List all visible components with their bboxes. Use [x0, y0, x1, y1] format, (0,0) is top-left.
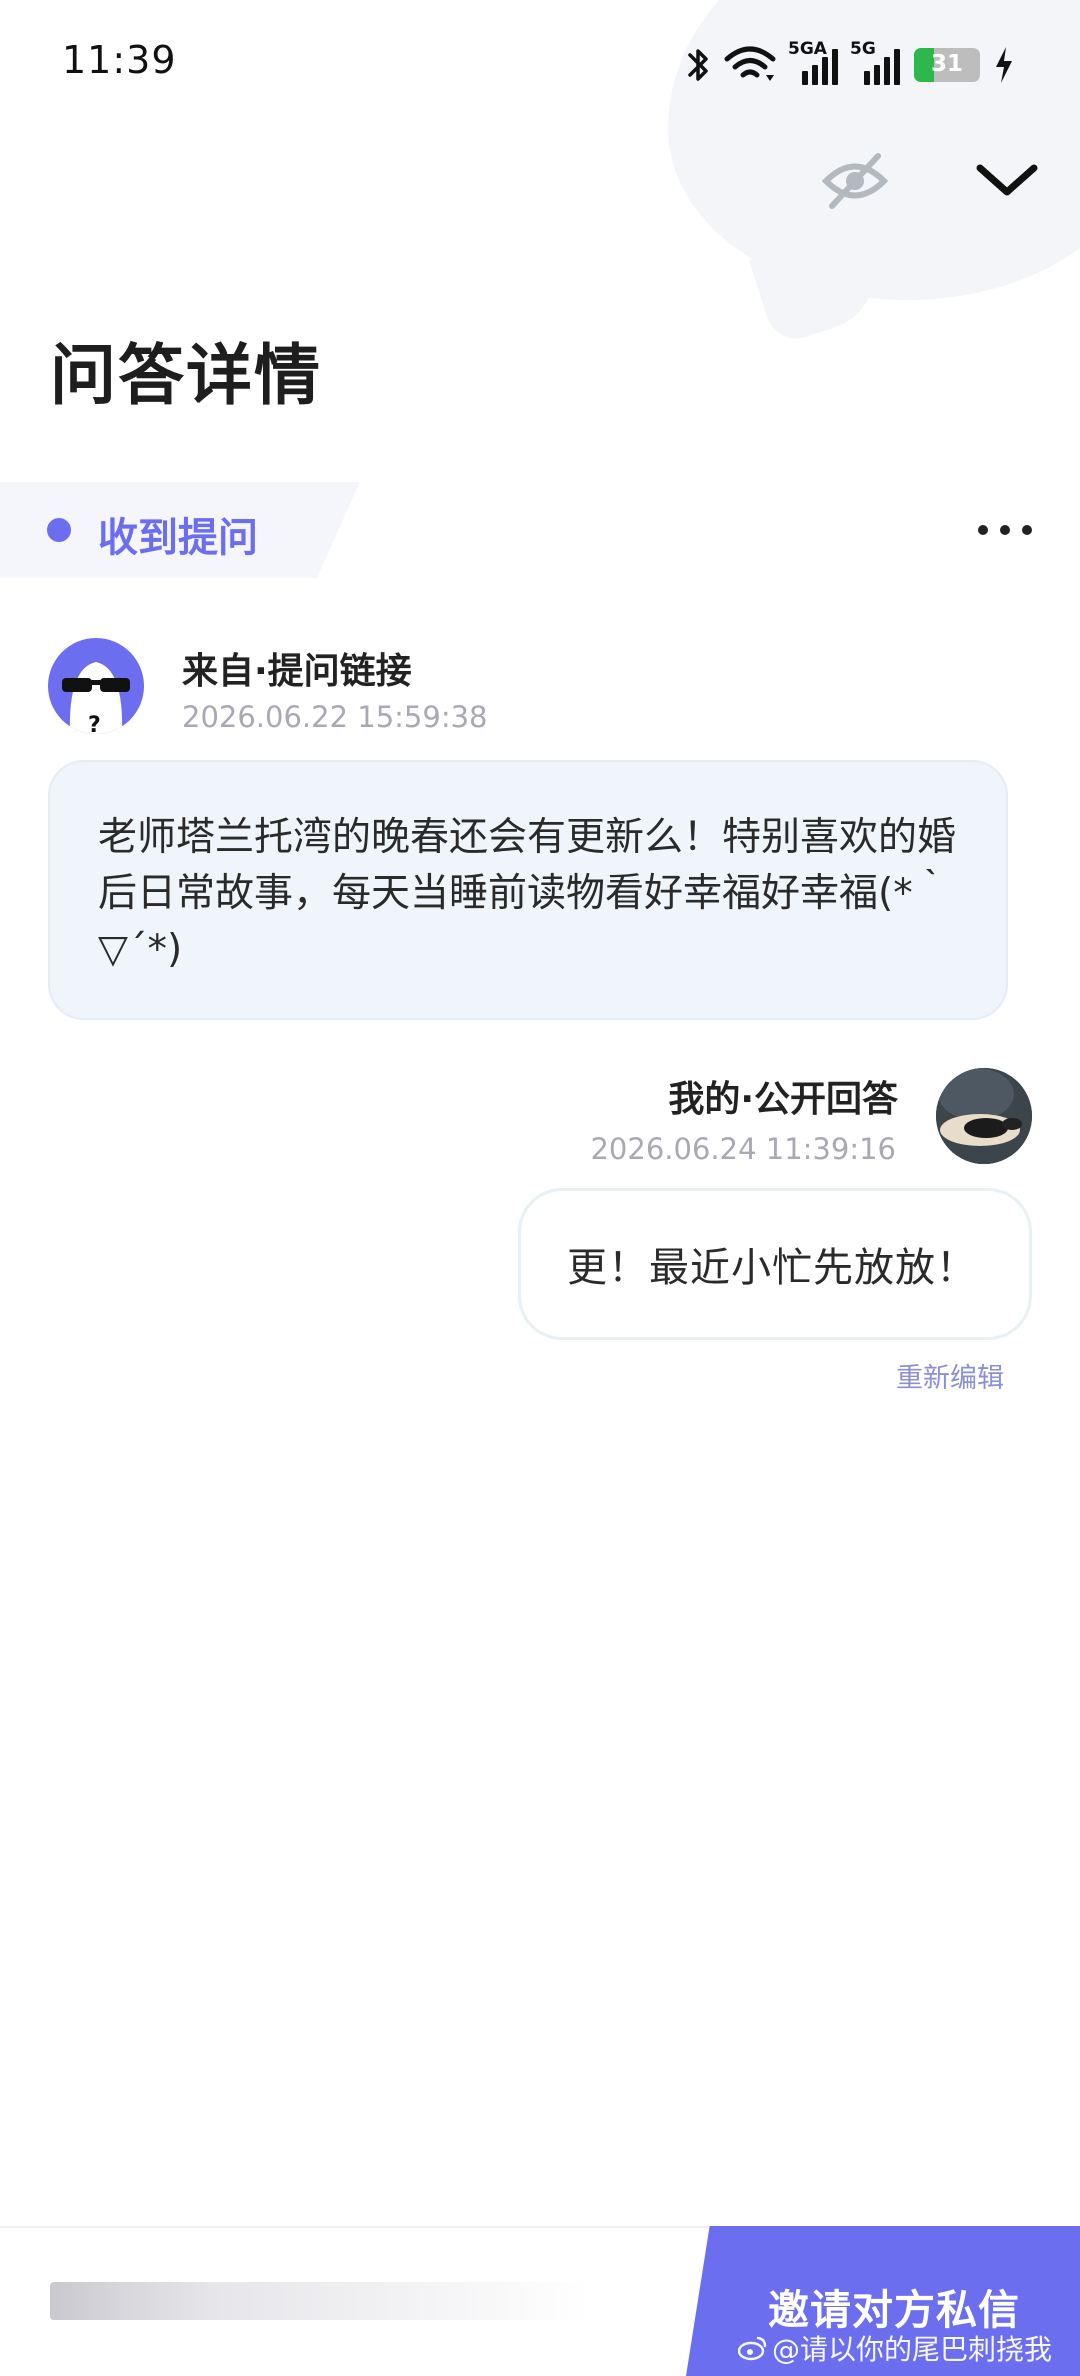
answer-bubble: 更！最近小忙先放放！ [518, 1188, 1032, 1340]
answer-time: 2026.06.24 11:39:16 [590, 1132, 896, 1166]
user-avatar [936, 1068, 1032, 1164]
signal-label: 5GA [788, 39, 827, 59]
blurred-placeholder [50, 2282, 590, 2320]
svg-text:?: ? [88, 713, 101, 734]
answer-text: 更！最近小忙先放放！ [567, 1245, 977, 1291]
question-source: 来自·提问链接 [182, 651, 412, 692]
more-dots-icon[interactable] [978, 510, 1032, 550]
signal-icon: 5G [850, 39, 900, 85]
charging-icon [996, 47, 1012, 83]
page: 11:39 5GA 5G 31 问答详情 收到提问 ? 来自·提问链接 2026… [0, 0, 1080, 2376]
section-label: 收到提问 [98, 515, 258, 561]
battery-icon: 31 [914, 48, 980, 82]
re-edit-link[interactable]: 重新编辑 [896, 1356, 1004, 1395]
answer-source: 我的·公开回答 [668, 1079, 898, 1120]
status-time: 11:39 [62, 38, 177, 82]
chevron-down-icon[interactable] [972, 150, 1042, 210]
bluetooth-icon [688, 49, 708, 81]
signal-icon: 5GA [788, 39, 838, 85]
page-title: 问答详情 [50, 337, 322, 414]
watermark: @请以你的尾巴刺挠我 [738, 2328, 1052, 2368]
weibo-icon [738, 2336, 767, 2361]
wifi-icon [724, 46, 776, 81]
status-icons: 5GA 5G 31 [686, 39, 1014, 90]
question-time: 2026.06.22 15:59:38 [182, 700, 488, 734]
status-bar: 11:39 5GA 5G 31 [0, 0, 1080, 130]
question-bubble: 老师塔兰托湾的晚春还会有更新么！特别喜欢的婚后日常故事，每天当睡前读物看好幸福好… [48, 760, 1008, 1020]
battery-level: 31 [930, 51, 963, 77]
question-text: 老师塔兰托湾的晚春还会有更新么！特别喜欢的婚后日常故事，每天当睡前读物看好幸福好… [98, 815, 957, 972]
asker-avatar: ? [48, 638, 144, 734]
section-dot [47, 518, 71, 542]
invite-message-label[interactable]: 邀请对方私信 [768, 2276, 1020, 2336]
eye-off-icon[interactable] [820, 146, 890, 216]
watermark-text: @请以你的尾巴刺挠我 [772, 2333, 1053, 2366]
signal-label: 5G [850, 39, 876, 59]
